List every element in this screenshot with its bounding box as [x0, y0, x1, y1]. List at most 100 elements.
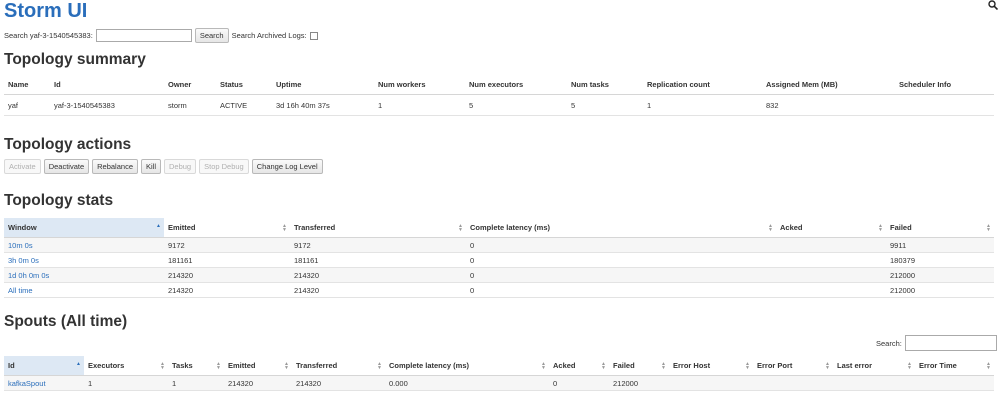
- sort-icon: ▲ ▼: [986, 223, 991, 233]
- log-search-input[interactable]: [95, 29, 192, 42]
- window-link[interactable]: 10m 0s: [8, 241, 33, 250]
- col-error-time[interactable]: Error Time ▲ ▼: [915, 356, 994, 376]
- col-num-workers: Num workers: [374, 75, 465, 95]
- search-icon[interactable]: [988, 0, 998, 10]
- app-brand-title[interactable]: Storm UI: [4, 0, 87, 23]
- cell-failed: 212000: [609, 375, 669, 391]
- kill-button[interactable]: Kill: [140, 159, 161, 174]
- cell-acked: [776, 267, 886, 283]
- cell-error-host: [669, 375, 753, 391]
- deactivate-button[interactable]: Deactivate: [43, 159, 90, 174]
- cell-num-executors: 5: [465, 94, 567, 116]
- spouts-search-input[interactable]: [904, 335, 997, 351]
- activate-button[interactable]: Activate: [4, 159, 41, 174]
- sort-icon: ▲ ▼: [986, 361, 991, 371]
- col-complete-latency-label: Complete latency (ms): [389, 361, 470, 370]
- col-error-host[interactable]: Error Host ▲ ▼: [669, 356, 753, 376]
- col-executors-label: Executors: [88, 361, 125, 370]
- col-acked[interactable]: Acked ▲ ▼: [549, 356, 609, 376]
- cell-transferred: 214320: [292, 375, 385, 391]
- cell-error-port: [753, 375, 833, 391]
- cell-emitted: 181161: [164, 252, 290, 268]
- cell-failed: 212000: [886, 267, 994, 283]
- topology-summary-heading: Topology summary: [4, 51, 146, 68]
- sort-icon: ▲ ▼: [661, 361, 666, 371]
- cell-complete-latency: 0: [466, 237, 776, 253]
- col-scheduler-info: Scheduler Info: [895, 75, 994, 95]
- stop-debug-button[interactable]: Stop Debug: [199, 159, 249, 174]
- cell-scheduler-info: [895, 94, 994, 116]
- sort-icon: ▲ ▼: [216, 361, 221, 371]
- col-complete-latency[interactable]: Complete latency (ms) ▲ ▼: [466, 218, 776, 238]
- col-failed[interactable]: Failed ▲ ▼: [609, 356, 669, 376]
- sort-icon: ▲ ▼: [825, 361, 830, 371]
- debug-button[interactable]: Debug: [164, 159, 197, 174]
- table-row: kafkaSpout 1 1 214320 214320 0.000 0 212…: [4, 375, 994, 391]
- sort-asc-icon: ▲: [156, 223, 161, 229]
- cell-acked: [776, 252, 886, 268]
- sort-icon: ▲ ▼: [377, 361, 382, 371]
- sort-icon: ▲ ▼: [160, 361, 165, 371]
- col-emitted[interactable]: Emitted ▲ ▼: [224, 356, 292, 376]
- col-failed[interactable]: Failed ▲ ▼: [886, 218, 994, 238]
- cell-executors: 1: [84, 375, 168, 391]
- spouts-heading: Spouts (All time): [4, 313, 128, 330]
- spout-id-link[interactable]: kafkaSpout: [8, 379, 46, 388]
- sort-icon: ▲ ▼: [458, 223, 463, 233]
- col-num-tasks: Num tasks: [567, 75, 643, 95]
- col-transferred-label: Transferred: [296, 361, 338, 370]
- table-row: yaf yaf-3-1540545383 storm ACTIVE 3d 16h…: [4, 94, 994, 116]
- sort-icon: ▲ ▼: [284, 361, 289, 371]
- col-last-error[interactable]: Last error ▲ ▼: [833, 356, 915, 376]
- log-search-label: Search yaf-3-1540545383:: [4, 31, 93, 40]
- cell-status: ACTIVE: [216, 94, 272, 116]
- topology-stats-table: Window ▲ Emitted ▲ ▼ Transferred ▲ ▼ Complete…: [4, 218, 994, 298]
- cell-complete-latency: 0: [466, 267, 776, 283]
- cell-failed: 212000: [886, 282, 994, 298]
- sort-icon: ▲ ▼: [541, 361, 546, 371]
- col-emitted-label: Emitted: [228, 361, 256, 370]
- col-error-port[interactable]: Error Port ▲ ▼: [753, 356, 833, 376]
- col-transferred[interactable]: Transferred ▲ ▼: [292, 356, 385, 376]
- col-window[interactable]: Window ▲: [4, 218, 164, 238]
- sort-icon: ▲ ▼: [907, 361, 912, 371]
- window-link[interactable]: All time: [8, 286, 33, 295]
- col-tasks[interactable]: Tasks ▲ ▼: [168, 356, 224, 376]
- col-emitted[interactable]: Emitted ▲ ▼: [164, 218, 290, 238]
- col-transferred-label: Transferred: [294, 223, 336, 232]
- cell-num-workers: 1: [374, 94, 465, 116]
- log-search-button[interactable]: Search: [194, 28, 229, 43]
- change-log-level-button[interactable]: Change Log Level: [251, 159, 323, 174]
- col-complete-latency[interactable]: Complete latency (ms) ▲ ▼: [385, 356, 549, 376]
- window-link[interactable]: 1d 0h 0m 0s: [8, 271, 49, 280]
- col-complete-latency-label: Complete latency (ms): [470, 223, 551, 232]
- spouts-search-label: Search:: [876, 338, 902, 348]
- col-transferred[interactable]: Transferred ▲ ▼: [290, 218, 466, 238]
- cell-transferred: 214320: [290, 267, 466, 283]
- col-failed-label: Failed: [890, 223, 912, 232]
- sort-asc-icon: ▲: [76, 361, 81, 367]
- window-link[interactable]: 3h 0m 0s: [8, 256, 39, 265]
- archived-logs-checkbox[interactable]: [309, 31, 318, 40]
- cell-owner: storm: [164, 94, 216, 116]
- cell-complete-latency: 0: [466, 252, 776, 268]
- col-spout-id[interactable]: Id ▲: [4, 356, 84, 376]
- table-row: 1d 0h 0m 0s 214320 214320 0 212000: [4, 267, 994, 283]
- col-assigned-mem: Assigned Mem (MB): [762, 75, 895, 95]
- topology-stats-heading: Topology stats: [4, 192, 114, 209]
- log-search-bar: Search yaf-3-1540545383: Search Search A…: [4, 28, 318, 43]
- rebalance-button[interactable]: Rebalance: [92, 159, 138, 174]
- col-spout-id-label: Id: [8, 361, 15, 370]
- col-uptime: Uptime: [272, 75, 374, 95]
- col-acked-label: Acked: [553, 361, 576, 370]
- cell-complete-latency: 0.000: [385, 375, 549, 391]
- cell-last-error: [833, 375, 915, 391]
- col-owner: Owner: [164, 75, 216, 95]
- col-error-port-label: Error Port: [757, 361, 793, 370]
- topology-actions-bar: Activate Deactivate Rebalance Kill Debug…: [4, 159, 323, 174]
- col-executors[interactable]: Executors ▲ ▼: [84, 356, 168, 376]
- col-id: Id: [50, 75, 164, 95]
- col-failed-label: Failed: [613, 361, 635, 370]
- col-acked[interactable]: Acked ▲ ▼: [776, 218, 886, 238]
- cell-complete-latency: 0: [466, 282, 776, 298]
